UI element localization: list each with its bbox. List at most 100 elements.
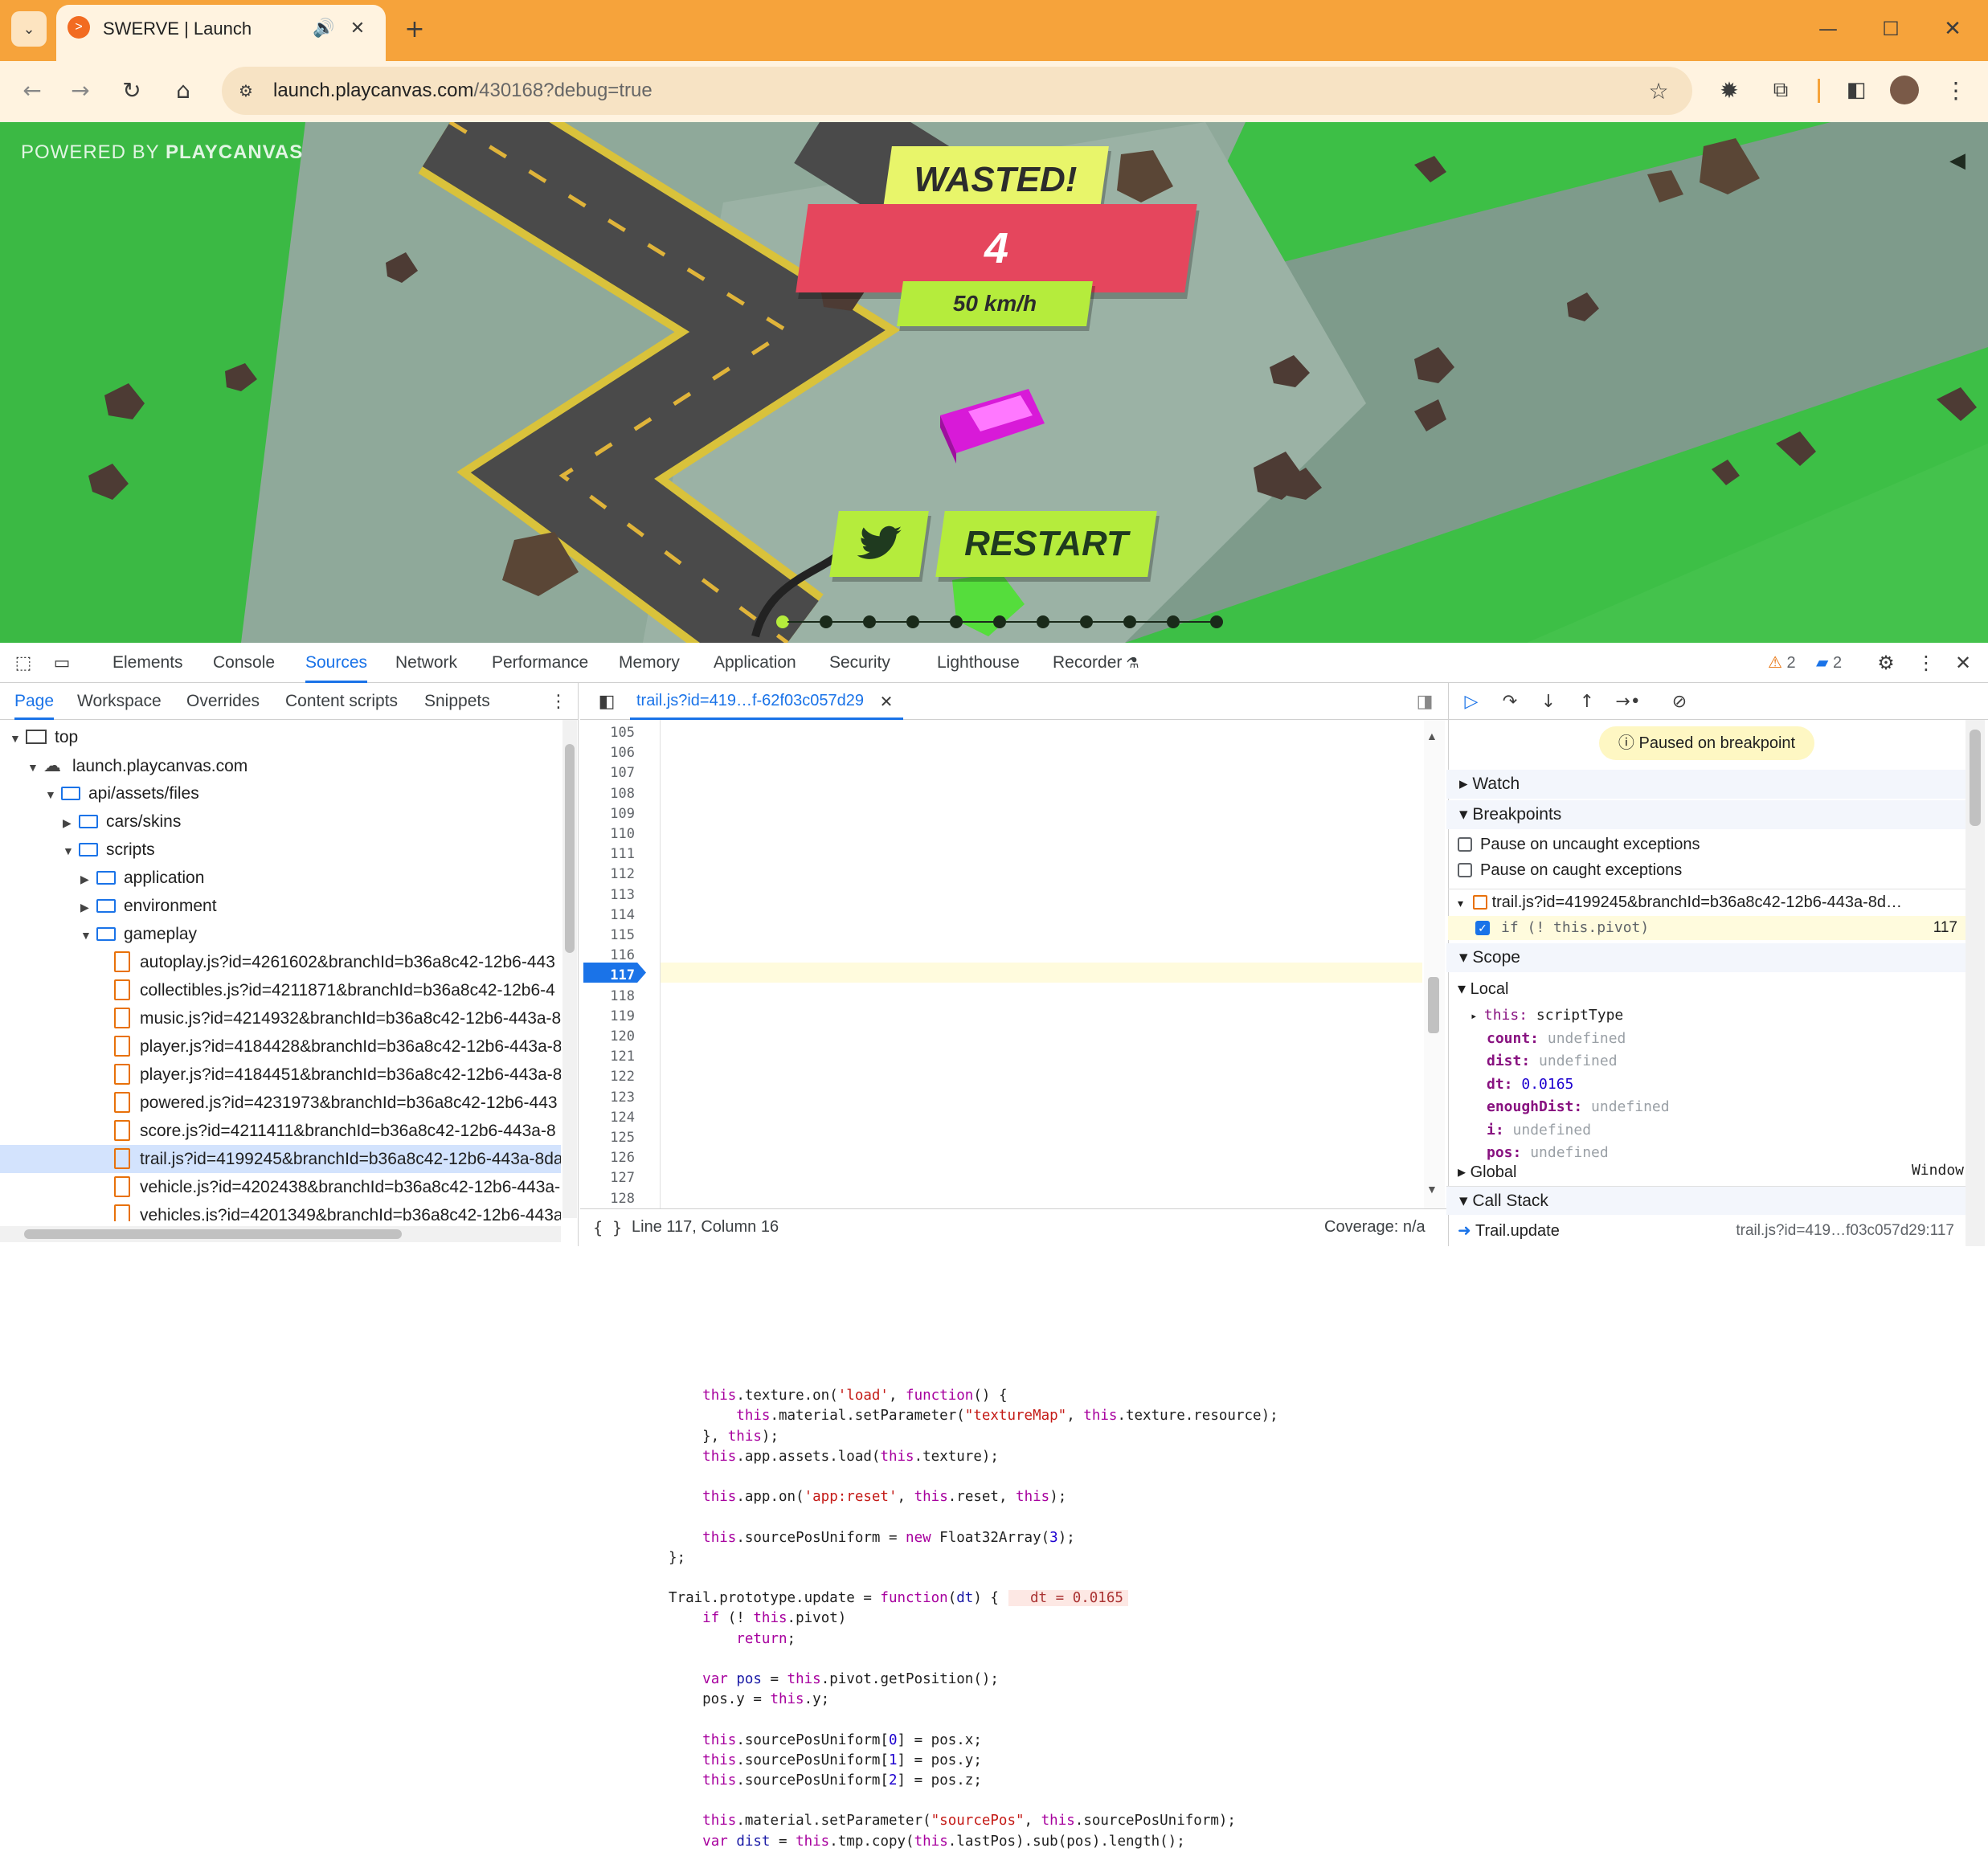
line-number[interactable]: 123 — [587, 1088, 635, 1108]
new-tab-icon[interactable]: + — [397, 11, 432, 47]
scope-variable[interactable]: dist: undefined — [1487, 1050, 1618, 1073]
scope-variable[interactable]: count: undefined — [1487, 1028, 1626, 1050]
line-number[interactable]: 116 — [587, 946, 635, 966]
devtools-tab-sources[interactable]: Sources — [305, 643, 368, 683]
devtools-tab-performance[interactable]: Performance — [492, 643, 588, 683]
tree-item[interactable]: vehicles.js?id=4201349&branchId=b36a8c42… — [0, 1201, 561, 1221]
deactivate-breakpoints-icon[interactable]: ⊘ — [1663, 688, 1696, 715]
call-frame-row[interactable]: ➜ Trail.update trail.js?id=419…f03c057d2… — [1448, 1218, 1966, 1244]
pause-uncaught-row[interactable]: Pause on uncaught exceptions — [1458, 836, 1700, 854]
forward-icon[interactable]: → — [63, 72, 98, 108]
code-line[interactable]: this.texture.on('load', function() { — [669, 1386, 1007, 1406]
tree-item[interactable]: vehicle.js?id=4202438&branchId=b36a8c42-… — [0, 1173, 561, 1201]
expanded-arrow-icon[interactable]: ▼ — [27, 754, 43, 782]
code-line[interactable]: this.app.assets.load(this.texture); — [669, 1447, 999, 1467]
line-number[interactable]: 124 — [587, 1108, 635, 1128]
code-line[interactable]: var pos = this.pivot.getPosition(); — [669, 1670, 999, 1690]
chrome-menu-icon[interactable]: ⋮ — [1940, 72, 1972, 108]
toggle-navigator-icon[interactable]: ◧ — [593, 688, 620, 715]
scope-variable[interactable]: dt: 0.0165 — [1487, 1073, 1573, 1096]
navigator-tab-overrides[interactable]: Overrides — [186, 683, 260, 720]
tree-item[interactable]: ▶ application — [0, 864, 561, 892]
game-canvas[interactable]: POWERED BY PLAYCANVAS ◀ WASTED! 4 50 km/… — [0, 122, 1988, 643]
tree-item[interactable]: ▼ gameplay — [0, 920, 561, 948]
code-line[interactable]: this.material.setParameter("textureMap",… — [669, 1406, 1278, 1426]
line-number[interactable]: 112 — [587, 865, 635, 885]
code-line[interactable]: return; — [669, 1629, 796, 1650]
line-number[interactable]: 117 — [587, 966, 635, 986]
line-number[interactable]: 125 — [587, 1128, 635, 1148]
close-devtools-icon[interactable]: ✕ — [1949, 649, 1977, 677]
tab-search-icon[interactable]: ⌄ — [11, 11, 47, 47]
devtools-tab-network[interactable]: Network — [395, 643, 457, 683]
tree-item[interactable]: ▼ scripts — [0, 836, 561, 864]
code-line[interactable]: this.sourcePosUniform = new Float32Array… — [669, 1528, 1075, 1548]
toggle-debugger-icon[interactable]: ◨ — [1411, 688, 1438, 715]
code-line[interactable]: this.app.on('app:reset', this.reset, thi… — [669, 1487, 1066, 1507]
expand-arrow-icon[interactable]: ▸ — [1471, 1010, 1484, 1023]
line-number[interactable]: 119 — [587, 1007, 635, 1027]
close-window-icon[interactable]: ✕ — [1933, 11, 1973, 47]
expanded-arrow-icon[interactable]: ▼ — [10, 725, 26, 753]
code-line[interactable]: if (! this.pivot) — [669, 1609, 846, 1629]
home-icon[interactable]: ⌂ — [166, 72, 201, 108]
code-line[interactable]: Trail.prototype.update = function(dt) { … — [669, 1588, 1128, 1609]
line-number[interactable]: 110 — [587, 824, 635, 844]
reload-icon[interactable]: ↻ — [114, 72, 149, 108]
collapsed-arrow-icon[interactable]: ▶ — [80, 893, 96, 922]
tree-horizontal-scrollbar[interactable] — [0, 1226, 561, 1242]
code-line[interactable]: this.material.setParameter("sourcePos", … — [669, 1811, 1236, 1831]
devtools-tab-lighthouse[interactable]: Lighthouse — [937, 643, 1020, 683]
line-number[interactable]: 127 — [587, 1168, 635, 1188]
address-bar[interactable]: ⚙ launch.playcanvas.com/430168?debug=tru… — [222, 67, 1692, 115]
line-number[interactable]: 115 — [587, 926, 635, 946]
resume-icon[interactable]: ▷ — [1458, 688, 1485, 715]
site-info-icon[interactable]: ⚙ — [231, 76, 260, 105]
device-toolbar-icon[interactable]: ▭ — [48, 649, 76, 677]
code-line[interactable]: pos.y = this.y; — [669, 1690, 829, 1710]
tree-item[interactable]: trail.js?id=4199245&branchId=b36a8c42-12… — [0, 1145, 561, 1173]
maximize-icon[interactable]: ☐ — [1871, 11, 1911, 47]
line-number[interactable]: 121 — [587, 1047, 635, 1067]
tree-item[interactable]: ▼ top — [0, 723, 561, 751]
line-number[interactable]: 111 — [587, 844, 635, 865]
tree-item[interactable]: music.js?id=4214932&branchId=b36a8c42-12… — [0, 1004, 561, 1032]
devtools-tab-memory[interactable]: Memory — [619, 643, 680, 683]
tree-item[interactable]: powered.js?id=4231973&branchId=b36a8c42-… — [0, 1089, 561, 1117]
close-file-tab-icon[interactable]: ✕ — [876, 691, 897, 712]
editor-scrollbar[interactable]: ▲ ▼ — [1424, 720, 1445, 1208]
pause-caught-checkbox[interactable] — [1458, 863, 1472, 877]
settings-gear-icon[interactable]: ⚙ — [1872, 649, 1900, 677]
code-line[interactable]: var dist = this.tmp.copy(this.lastPos).s… — [669, 1832, 1185, 1852]
scope-variable[interactable]: i: undefined — [1487, 1119, 1591, 1142]
breakpoint-file-row[interactable]: ▾ trail.js?id=4199245&branchId=b36a8c42-… — [1448, 889, 1966, 914]
line-number[interactable]: 126 — [587, 1148, 635, 1168]
tree-item[interactable]: ▼ ☁ launch.playcanvas.com — [0, 751, 561, 779]
code-line[interactable]: this.sourcePosUniform[0] = pos.x; — [669, 1731, 982, 1751]
close-tab-icon[interactable]: ✕ — [346, 16, 370, 40]
step-over-icon[interactable]: ↷ — [1496, 688, 1524, 715]
scope-variable[interactable]: pos: undefined — [1487, 1142, 1609, 1164]
pause-caught-row[interactable]: Pause on caught exceptions — [1458, 861, 1682, 880]
navigator-tab-page[interactable]: Page — [14, 683, 55, 720]
collapsed-arrow-icon[interactable]: ▶ — [63, 809, 79, 837]
line-number[interactable]: 107 — [587, 763, 635, 783]
back-icon[interactable]: ← — [14, 72, 50, 108]
pause-uncaught-checkbox[interactable] — [1458, 837, 1472, 852]
tree-item[interactable]: autoplay.js?id=4261602&branchId=b36a8c42… — [0, 948, 561, 976]
editor-file-tab[interactable]: trail.js?id=419…f-62f03c057d29 ✕ — [630, 683, 903, 720]
code-line[interactable]: this.sourcePosUniform[2] = pos.z; — [669, 1771, 982, 1791]
tree-item[interactable]: ▶ environment — [0, 892, 561, 920]
line-number[interactable]: 118 — [587, 987, 635, 1007]
line-number[interactable]: 128 — [587, 1189, 635, 1209]
code-line[interactable]: this.sourcePosUniform[1] = pos.y; — [669, 1751, 982, 1771]
line-number[interactable]: 122 — [587, 1067, 635, 1087]
devtools-tab-application[interactable]: Application — [714, 643, 796, 683]
debugger-scrollbar[interactable] — [1966, 720, 1985, 1246]
line-number[interactable]: 113 — [587, 885, 635, 906]
pretty-print-button[interactable]: { } — [593, 1218, 622, 1237]
devtools-tab-security[interactable]: Security — [829, 643, 890, 683]
extensions-icon[interactable]: ⧉ — [1763, 72, 1798, 108]
bookmark-star-icon[interactable]: ☆ — [1642, 75, 1675, 107]
breakpoints-section-header[interactable]: ▾ Breakpoints — [1446, 800, 1966, 829]
